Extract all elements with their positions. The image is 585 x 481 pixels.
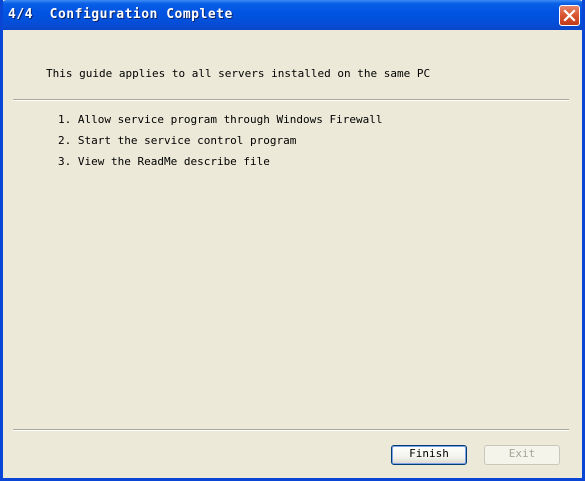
step-item-3: 3. View the ReadMe describe file — [58, 155, 270, 168]
window-title: 4/4 Configuration Complete — [8, 7, 233, 22]
bottom-divider — [13, 429, 569, 431]
title-bar[interactable]: 4/4 Configuration Complete — [3, 0, 582, 30]
wizard-content: This guide applies to all servers instal… — [3, 30, 582, 478]
top-divider — [13, 99, 569, 101]
exit-button: Exit — [484, 445, 560, 465]
close-icon — [563, 9, 576, 22]
steps-list: 1. Allow service program through Windows… — [58, 113, 383, 176]
finish-button[interactable]: Finish — [391, 445, 467, 465]
wizard-window: 4/4 Configuration Complete This guide ap… — [0, 0, 585, 481]
step-item-1: 1. Allow service program through Windows… — [58, 113, 383, 126]
intro-text: This guide applies to all servers instal… — [46, 67, 431, 80]
step-item-2: 2. Start the service control program — [58, 134, 297, 147]
close-button[interactable] — [559, 5, 580, 26]
